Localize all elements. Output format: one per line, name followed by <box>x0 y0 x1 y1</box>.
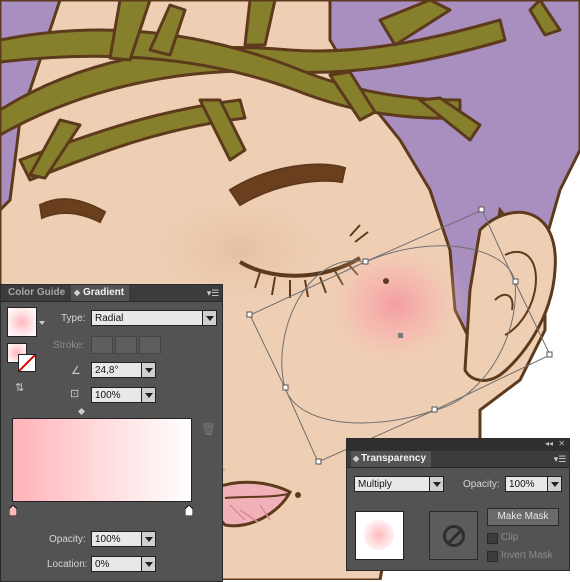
clip-label: Clip <box>501 532 519 543</box>
transparency-opacity-input[interactable]: 100% <box>505 476 562 492</box>
chevron-down-icon <box>141 362 156 378</box>
location-label: Location: <box>47 559 88 570</box>
opacity-label: Opacity: <box>49 534 86 545</box>
close-icon[interactable]: ✕ <box>558 439 565 448</box>
transparency-opacity-value: 100% <box>509 479 535 490</box>
tab-transparency-label: Transparency <box>361 453 427 464</box>
type-label: Type: <box>61 313 86 324</box>
cheek-blush <box>320 240 470 370</box>
gradient-swatch-dropdown-icon[interactable] <box>39 321 45 325</box>
transparency-tabbar: ◆ Transparency ▾☰ <box>347 451 569 468</box>
make-mask-button[interactable]: Make Mask <box>487 508 559 526</box>
stroke-label: Stroke: <box>53 340 85 351</box>
invert-mask-checkbox[interactable] <box>487 551 498 562</box>
clip-checkbox[interactable] <box>487 533 498 544</box>
midpoint-diamond-icon[interactable] <box>77 407 86 416</box>
tab-collapse-icon: ◆ <box>74 288 81 297</box>
object-thumbnail[interactable] <box>355 511 404 560</box>
blend-mode-select[interactable]: Multiply <box>354 476 444 492</box>
angle-input[interactable]: 24,8° <box>91 362 156 378</box>
stroke-along-icon[interactable] <box>115 336 137 354</box>
panel-menu-icon[interactable]: ▾☰ <box>553 454 567 464</box>
panel-title-strip: ◂◂ ✕ <box>347 439 569 451</box>
gradient-swatch-icon[interactable] <box>7 307 37 337</box>
angle-icon: ∠ <box>71 365 81 377</box>
gradient-panel-tabbar: Color Guide ◆ Gradient ▾☰ <box>1 285 222 302</box>
tab-collapse-icon: ◆ <box>353 454 360 463</box>
aspect-ratio-input[interactable]: 100% <box>91 387 156 403</box>
chevron-down-icon <box>141 556 156 572</box>
tab-color-guide[interactable]: Color Guide <box>3 285 70 301</box>
panel-menu-icon[interactable]: ▾☰ <box>206 288 220 298</box>
tab-gradient[interactable]: ◆ Gradient <box>71 285 130 301</box>
type-select[interactable]: Radial <box>91 310 217 326</box>
opacity-input[interactable]: 100% <box>91 531 156 547</box>
location-input[interactable]: 0% <box>91 556 156 572</box>
location-value: 0% <box>95 559 110 570</box>
mask-thumbnail[interactable] <box>429 511 478 560</box>
type-select-value: Radial <box>95 313 124 324</box>
gradient-stop-left[interactable] <box>9 505 17 516</box>
trash-icon[interactable]: 🗑 <box>201 422 216 436</box>
gradient-stop-right[interactable] <box>185 505 193 516</box>
blend-mode-value: Multiply <box>358 479 392 490</box>
chevron-down-icon <box>429 476 444 492</box>
tab-transparency[interactable]: ◆ Transparency <box>351 451 432 467</box>
stroke-across-icon[interactable] <box>139 336 161 354</box>
gradient-slider[interactable] <box>12 418 192 502</box>
aspect-ratio-value: 100% <box>95 390 121 401</box>
transparency-panel: ◂◂ ✕ ◆ Transparency ▾☰ Multiply Opacity:… <box>346 438 570 571</box>
collapse-icon[interactable]: ◂◂ <box>545 439 553 448</box>
chevron-down-icon <box>202 310 217 326</box>
tab-gradient-label: Gradient <box>83 287 125 298</box>
no-mask-icon <box>443 525 465 547</box>
invert-mask-label: Invert Mask <box>501 550 553 561</box>
gradient-panel: Color Guide ◆ Gradient ▾☰ ⇅ Type: Radial… <box>0 284 223 582</box>
reverse-gradient-icon[interactable]: ⇅ <box>15 381 29 395</box>
stroke-within-icon[interactable] <box>91 336 113 354</box>
transparency-opacity-label: Opacity: <box>463 479 500 490</box>
fill-stroke-icon[interactable] <box>7 343 37 373</box>
chevron-down-icon <box>141 387 156 403</box>
opacity-value: 100% <box>95 534 121 545</box>
aspect-ratio-icon: ⊡ <box>70 388 80 400</box>
chevron-down-icon <box>547 476 562 492</box>
angle-value: 24,8° <box>95 365 119 376</box>
chevron-down-icon <box>141 531 156 547</box>
